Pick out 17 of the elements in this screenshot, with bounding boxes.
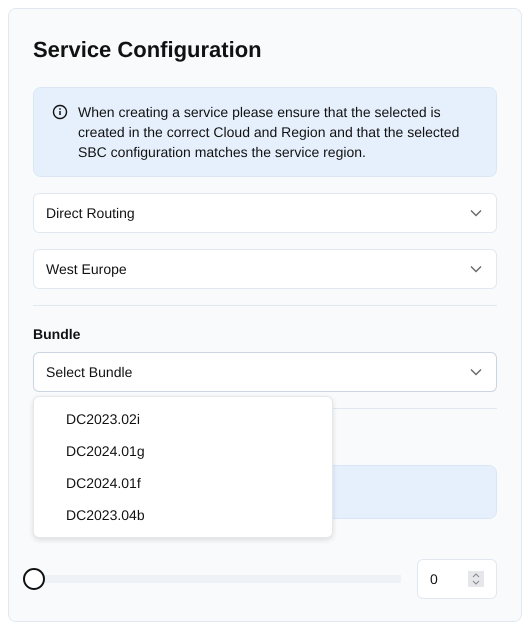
chevron-down-icon — [470, 265, 482, 273]
spinner-icon[interactable] — [468, 571, 484, 587]
info-icon — [52, 104, 68, 120]
menu-item[interactable]: DC2024.01g — [34, 435, 332, 467]
slider-thumb[interactable] — [23, 568, 45, 590]
menu-item[interactable]: DC2024.01f — [34, 467, 332, 499]
menu-item[interactable]: DC2023.02i — [34, 403, 332, 435]
chevron-down-icon — [470, 368, 482, 376]
field-label: Bundle — [33, 326, 82, 342]
notice-text: When creating a service please ensure that the selected is created in the correct Cloud and Region and that the selected SBC configuration matches the service region. — [78, 103, 460, 162]
number-field[interactable]: 0 — [417, 559, 497, 599]
dropdown[interactable]: Direct Routing — [33, 193, 497, 233]
section-title: Service Configuration — [33, 37, 263, 63]
menu-item[interactable]: DC2023.04b — [34, 499, 332, 531]
chevron-down-icon — [470, 209, 482, 217]
dropdown[interactable]: West Europe — [33, 249, 497, 289]
dropdown[interactable]: Select Bundle — [33, 352, 497, 392]
